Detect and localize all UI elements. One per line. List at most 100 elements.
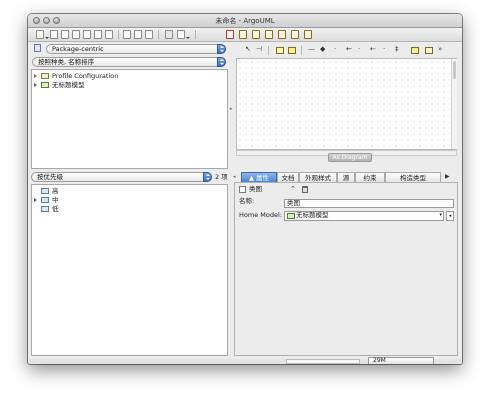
triangle-up-icon[interactable]: ⌃ (290, 185, 296, 193)
tree-item-label: Profile Configuration (52, 72, 119, 80)
diagram-canvas[interactable] (237, 59, 450, 149)
tab-source[interactable]: 源 (337, 172, 355, 182)
priority-label: 低 (52, 205, 59, 213)
generalization-icon[interactable]: · (358, 45, 360, 54)
enumeration-icon[interactable] (425, 47, 433, 54)
save-project-icon[interactable] (61, 30, 69, 39)
memory-indicator[interactable]: 29M (368, 357, 434, 364)
new-project-icon[interactable] (36, 30, 44, 39)
todo-count: 2 项 (215, 173, 228, 181)
save-as-icon[interactable] (72, 30, 80, 39)
triangle-right-icon[interactable] (34, 198, 37, 202)
chevron-updown-icon (203, 172, 212, 182)
tabs-scroll-left-icon[interactable]: ◂ (233, 174, 236, 180)
new-dropdown-icon[interactable] (45, 37, 49, 39)
new-statechart-diagram-icon[interactable] (278, 30, 286, 39)
toolbar-divider (158, 30, 159, 39)
name-field[interactable]: 类图 (284, 199, 454, 208)
perspective-select[interactable]: Package-centric (46, 44, 226, 54)
tab-label: ▲ 属性 (248, 174, 270, 182)
model-folder-icon (287, 213, 295, 219)
aggregation-icon[interactable]: ◆ (320, 45, 325, 54)
open-project-icon[interactable] (50, 30, 58, 39)
realization-icon[interactable]: · (383, 45, 385, 54)
priority-folder-icon (41, 197, 49, 203)
priority-label: 中 (52, 196, 59, 204)
model-folder-icon (41, 82, 49, 88)
priority-folder-icon (41, 206, 49, 212)
tab-presentation[interactable]: 外观样式 (299, 172, 337, 182)
home-model-label: Home Model: (239, 211, 282, 219)
select-arrow-icon[interactable]: ↖ (245, 45, 251, 54)
new-deployment-diagram-icon[interactable] (304, 30, 312, 39)
new-usecase-diagram-icon[interactable] (239, 30, 247, 39)
chevron-down-icon: ▾ (439, 212, 442, 218)
interface-icon[interactable] (411, 47, 419, 54)
zoom-icon[interactable] (177, 30, 185, 39)
delete-icon[interactable] (134, 30, 142, 39)
dependency-icon[interactable]: ⇠ (370, 45, 376, 54)
navigate-back-icon[interactable] (145, 30, 153, 39)
more-tools-icon[interactable]: » (438, 45, 442, 54)
new-class-diagram-icon[interactable] (226, 30, 234, 39)
broom-icon[interactable]: ⊣ (256, 45, 262, 54)
window-title: 未命名 - ArgoUML (215, 17, 275, 25)
tab-label: 构造类型 (400, 174, 426, 182)
home-model-select[interactable]: 无标题模型 ▾ (284, 211, 444, 221)
tab-constraints[interactable]: 约束 (355, 172, 385, 182)
export-icon[interactable] (105, 30, 113, 39)
find-icon[interactable] (165, 30, 173, 39)
association-end-icon[interactable]: ← (346, 45, 352, 54)
package-icon[interactable] (276, 47, 284, 54)
triangle-right-icon[interactable] (34, 83, 37, 87)
explorer-tree: Profile Configuration 无标题模型 (31, 69, 228, 169)
scrollbar-thumb[interactable] (453, 61, 456, 79)
todo-pane: 按优先级 2 项 高 中 低 (30, 172, 229, 357)
toolbar-divider (118, 30, 119, 39)
print-setup-icon[interactable] (94, 30, 102, 39)
split-left-arrow-icon[interactable]: ◂ (229, 106, 232, 112)
todo-mode-select-value: 按优先级 (37, 173, 63, 181)
main-toolbar (28, 28, 462, 42)
status-progress-track (286, 359, 360, 364)
argouml-window: 未命名 - ArgoUML Package-centric 按照种类, 名称排序… (28, 14, 462, 364)
tab-properties[interactable]: ▲ 属性 (241, 172, 277, 182)
tabs-scroll-right-icon[interactable]: ▶ (445, 173, 450, 180)
new-collaboration-diagram-icon[interactable] (265, 30, 273, 39)
class-icon[interactable] (288, 47, 296, 54)
diagram-vertical-scrollbar[interactable] (451, 59, 457, 149)
as-diagram-button[interactable]: As Diagram (328, 153, 372, 162)
triangle-right-icon[interactable] (34, 74, 37, 78)
tab-stereotype[interactable]: 构造类型 (385, 172, 441, 182)
cut-icon[interactable] (123, 30, 131, 39)
sort-order-select[interactable]: 按照种类, 名称排序 (32, 57, 226, 67)
chevron-updown-icon (217, 57, 226, 67)
zoom-dropdown-icon[interactable] (186, 37, 190, 39)
print-icon[interactable] (83, 30, 91, 39)
tab-documentation[interactable]: 文档 (277, 172, 299, 182)
tab-label: 源 (342, 174, 350, 182)
properties-panel: 类图 ⌃ 名称: 类图 Home Model: 无标题模型 ▾ ◂ (234, 182, 458, 356)
class-diagram-type-icon (239, 186, 246, 193)
toolbar-divider (195, 30, 196, 39)
composition-icon[interactable]: · (334, 45, 336, 54)
perspective-select-value: Package-centric (52, 45, 104, 53)
diagram-toolbar-divider (268, 46, 269, 55)
sort-order-select-value: 按照种类, 名称排序 (38, 58, 95, 66)
association-icon[interactable]: — (308, 45, 315, 54)
new-activity-diagram-icon[interactable] (291, 30, 299, 39)
perspective-config-icon[interactable] (34, 44, 41, 52)
as-diagram-label: As Diagram (332, 154, 368, 161)
priority-label: 高 (52, 187, 59, 195)
trash-icon[interactable] (302, 186, 308, 193)
explorer-pane: Package-centric 按照种类, 名称排序 Profile Confi… (30, 43, 229, 170)
memory-value: 29M (373, 357, 386, 364)
tab-label: 外观样式 (305, 174, 331, 182)
new-sequence-diagram-icon[interactable] (252, 30, 260, 39)
tab-label: 文档 (281, 174, 295, 182)
tree-item-label: 无标题模型 (52, 81, 85, 89)
todo-mode-select[interactable]: 按优先级 (31, 172, 212, 182)
abstraction-icon[interactable]: ‡ (395, 45, 399, 54)
navigate-to-model-button[interactable]: ◂ (446, 211, 454, 221)
diagram-toolbar-divider (301, 46, 302, 55)
